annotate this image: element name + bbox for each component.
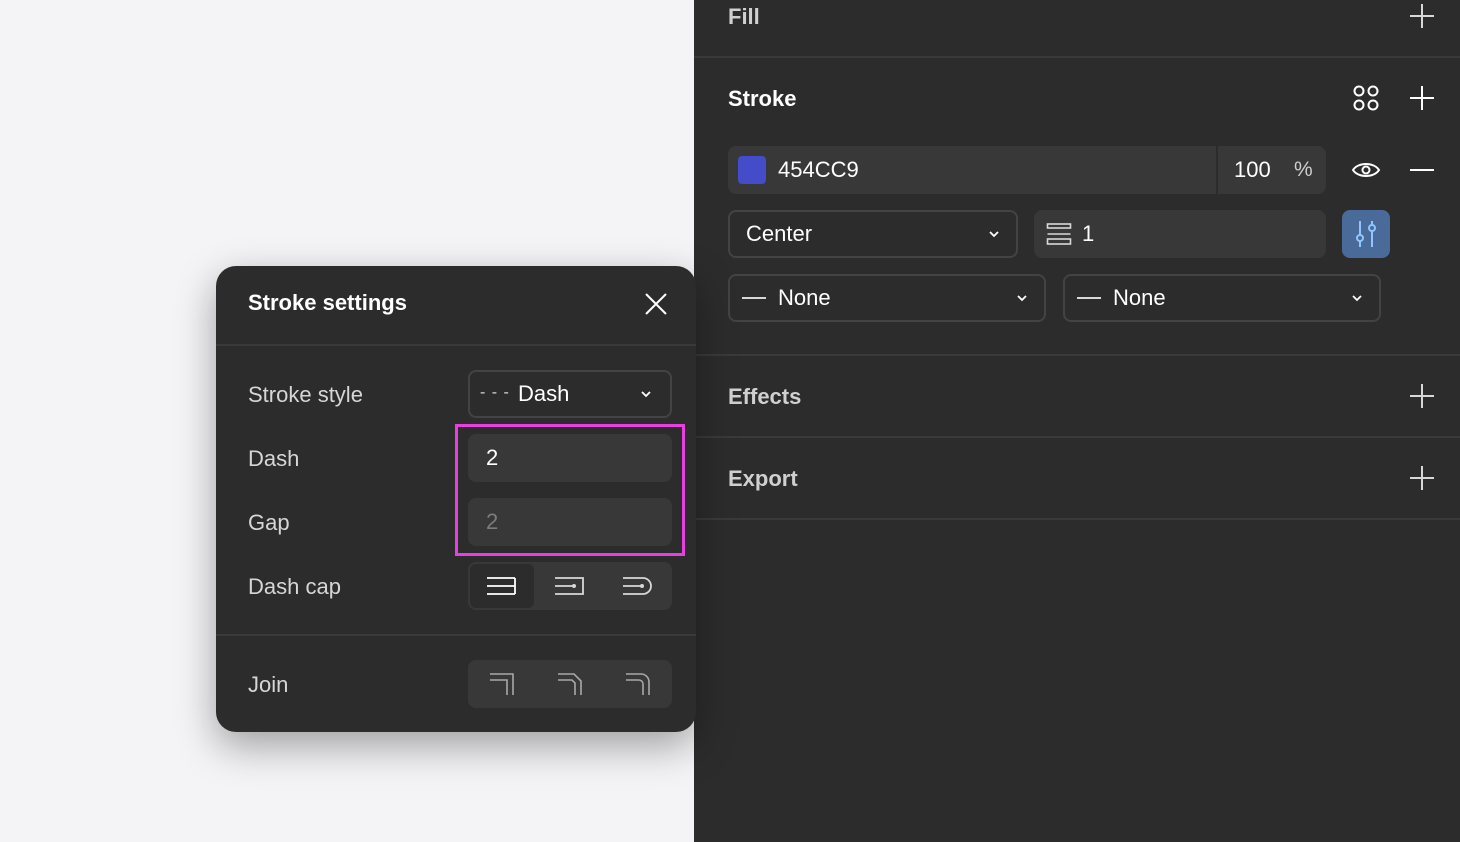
remove-stroke-button[interactable] <box>1404 152 1440 188</box>
styles-grid-icon <box>1353 85 1379 111</box>
line-icon <box>742 297 766 299</box>
minus-icon <box>1410 169 1434 171</box>
plus-icon <box>1410 466 1434 490</box>
dash-cap-square-button[interactable] <box>536 562 604 610</box>
stroke-section-title: Stroke <box>728 86 797 111</box>
stroke-style-select[interactable]: - - - Dash <box>468 370 672 418</box>
gap-input[interactable] <box>468 498 672 546</box>
chevron-down-icon <box>989 231 999 238</box>
stroke-styles-button[interactable] <box>1348 80 1384 116</box>
chevron-down-icon <box>1352 295 1362 302</box>
properties-panel: Fill Stroke 454CC9 100 % Center 1 None N… <box>694 0 1460 842</box>
toggle-stroke-visibility-button[interactable] <box>1348 152 1384 188</box>
add-export-button[interactable] <box>1404 460 1440 496</box>
popover-divider <box>216 634 696 636</box>
stroke-position-value: Center <box>746 221 813 246</box>
join-label: Join <box>248 672 289 697</box>
popover-divider <box>216 344 696 346</box>
stroke-style-label: Stroke style <box>248 382 363 407</box>
dash-cap-round-button[interactable] <box>604 562 672 610</box>
gap-label: Gap <box>248 510 290 535</box>
stroke-settings-popover: Stroke settings Stroke style - - - Dash … <box>216 266 696 732</box>
add-stroke-button[interactable] <box>1404 80 1440 116</box>
line-icon <box>1077 297 1101 299</box>
section-divider <box>694 56 1460 58</box>
stroke-weight-field[interactable]: 1 <box>1034 210 1326 258</box>
plus-icon <box>1410 86 1434 110</box>
dashed-line-icon: - - - <box>480 384 510 401</box>
fill-section-title: Fill <box>728 4 760 29</box>
section-divider <box>694 518 1460 520</box>
sliders-icon <box>1356 221 1376 247</box>
dash-label: Dash <box>248 446 300 471</box>
stroke-start-cap-value: None <box>778 285 831 310</box>
stroke-weight-icon <box>1046 223 1072 245</box>
export-section-title: Export <box>728 466 798 491</box>
join-bevel-button[interactable] <box>536 660 604 708</box>
join-miter-icon <box>490 673 514 695</box>
dash-cap-segmented-control <box>468 562 672 610</box>
chevron-down-icon <box>1017 295 1027 302</box>
cap-square-icon <box>555 577 584 595</box>
join-bevel-icon <box>558 673 582 695</box>
add-effect-button[interactable] <box>1404 378 1440 414</box>
join-round-icon <box>626 673 650 695</box>
stroke-position-select[interactable]: Center <box>728 210 1018 258</box>
close-popover-button[interactable] <box>638 286 674 322</box>
stroke-end-cap-value: None <box>1113 285 1166 310</box>
close-icon <box>645 293 667 315</box>
cap-none-icon <box>487 577 516 595</box>
stroke-color-field[interactable]: 454CC9 100 % <box>728 146 1326 194</box>
section-divider <box>694 354 1460 356</box>
stroke-weight-value[interactable]: 1 <box>1082 210 1094 258</box>
join-round-button[interactable] <box>604 660 672 708</box>
advanced-stroke-settings-button[interactable] <box>1342 210 1390 258</box>
dash-cap-label: Dash cap <box>248 574 341 599</box>
stroke-color-hex[interactable]: 454CC9 <box>778 146 859 194</box>
stroke-color-swatch[interactable] <box>738 156 766 184</box>
section-divider <box>694 436 1460 438</box>
cap-round-icon <box>623 577 652 595</box>
dash-input[interactable] <box>468 434 672 482</box>
stroke-opacity-value[interactable]: 100 <box>1234 146 1271 194</box>
plus-icon <box>1410 4 1434 28</box>
dash-cap-none-button[interactable] <box>468 562 536 610</box>
add-fill-button[interactable] <box>1404 0 1440 34</box>
popover-title: Stroke settings <box>248 290 407 315</box>
chevron-down-icon <box>641 391 651 398</box>
join-segmented-control <box>468 660 672 708</box>
stroke-end-cap-select[interactable]: None <box>1063 274 1381 322</box>
plus-icon <box>1410 384 1434 408</box>
join-miter-button[interactable] <box>468 660 536 708</box>
opacity-separator <box>1216 146 1218 194</box>
eye-icon <box>1351 163 1381 177</box>
stroke-start-cap-select[interactable]: None <box>728 274 1046 322</box>
stroke-opacity-unit: % <box>1294 158 1313 181</box>
effects-section-title: Effects <box>728 384 802 409</box>
stroke-style-value: Dash <box>518 381 570 406</box>
